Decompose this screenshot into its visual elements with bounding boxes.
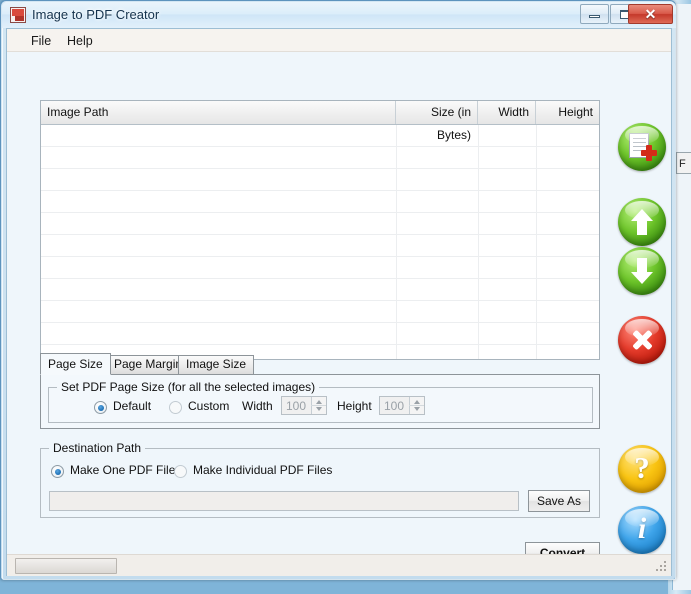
label-make-individual-pdfs: Make Individual PDF Files (193, 463, 333, 477)
minimize-icon (589, 15, 600, 18)
table-row[interactable] (41, 147, 599, 169)
column-header-height[interactable]: Height (536, 101, 599, 124)
close-button[interactable]: ✕ (628, 4, 673, 24)
spinner-up-icon[interactable] (414, 400, 420, 404)
arrow-up-icon (630, 208, 654, 236)
screen: F Image to PDF Creator ✕ File Help Image… (0, 0, 691, 594)
table-row[interactable] (41, 301, 599, 323)
height-spinner-buttons[interactable] (409, 397, 424, 414)
tab-image-size[interactable]: Image Size (178, 355, 255, 374)
table-row[interactable] (41, 125, 599, 147)
table-row[interactable] (41, 235, 599, 257)
info-button[interactable]: i (618, 506, 666, 554)
status-bar (7, 554, 671, 576)
question-mark-icon: ? (634, 450, 650, 485)
title-bar[interactable]: Image to PDF Creator ✕ (2, 2, 676, 28)
width-spinner-buttons[interactable] (311, 397, 326, 414)
table-row[interactable] (41, 323, 599, 345)
main-window: Image to PDF Creator ✕ File Help Image P… (0, 0, 676, 580)
table-row[interactable] (41, 191, 599, 213)
grid-rows (41, 125, 599, 359)
page-size-groupbox: Set PDF Page Size (for all the selected … (48, 380, 593, 423)
save-as-button[interactable]: Save As (528, 490, 590, 512)
table-row[interactable] (41, 257, 599, 279)
page-size-group-title: Set PDF Page Size (for all the selected … (57, 380, 320, 394)
width-value: 100 (286, 399, 307, 413)
destination-group-title: Destination Path (49, 441, 146, 455)
label-default: Default (113, 399, 152, 413)
tab-page-content: Set PDF Page Size (for all the selected … (40, 374, 600, 429)
body-area: Image Path Size (in Bytes) Width Height (7, 52, 671, 576)
status-panel (15, 558, 117, 574)
height-spinner[interactable]: 100 (379, 396, 425, 415)
add-images-button[interactable] (618, 123, 666, 171)
image-list-grid[interactable]: Image Path Size (in Bytes) Width Height (40, 100, 600, 360)
label-make-one-pdf: Make One PDF File (70, 463, 176, 477)
spinner-down-icon[interactable] (316, 407, 322, 411)
remove-image-button[interactable] (618, 316, 666, 364)
client-area: File Help Image Path Size (in Bytes) Wid… (6, 28, 672, 576)
width-spinner[interactable]: 100 (281, 396, 327, 415)
radio-make-individual-pdfs[interactable] (174, 465, 187, 478)
height-value: 100 (384, 399, 405, 413)
table-row[interactable] (41, 169, 599, 191)
column-header-width[interactable]: Width (478, 101, 536, 124)
radio-custom[interactable] (169, 401, 182, 414)
table-row[interactable] (41, 279, 599, 301)
label-width: Width (242, 399, 273, 413)
menu-item-help[interactable]: Help (60, 32, 100, 50)
background-window-tab[interactable]: F (676, 152, 691, 174)
tab-page-size[interactable]: Page Size (40, 353, 111, 375)
label-height: Height (337, 399, 372, 413)
table-row[interactable] (41, 213, 599, 235)
minimize-button[interactable] (580, 4, 609, 24)
spinner-down-icon[interactable] (414, 407, 420, 411)
radio-default[interactable] (94, 401, 107, 414)
destination-path-groupbox: Destination Path Make One PDF File Make … (40, 441, 600, 518)
resize-grip-icon[interactable] (656, 561, 668, 573)
spinner-up-icon[interactable] (316, 400, 322, 404)
window-title: Image to PDF Creator (32, 7, 160, 22)
column-header-image-path[interactable]: Image Path (41, 101, 396, 124)
arrow-down-icon (630, 257, 654, 285)
plus-icon (640, 144, 658, 162)
grid-header-row: Image Path Size (in Bytes) Width Height (41, 101, 599, 142)
menu-item-file[interactable]: File (24, 32, 58, 50)
destination-path-input[interactable] (49, 491, 519, 511)
close-icon: ✕ (644, 6, 657, 22)
info-icon: i (637, 512, 647, 545)
help-button[interactable]: ? (618, 445, 666, 493)
move-up-button[interactable] (618, 198, 666, 246)
move-down-button[interactable] (618, 247, 666, 295)
radio-make-one-pdf[interactable] (51, 465, 64, 478)
menu-bar: File Help (7, 29, 671, 52)
tab-strip: Page Size Page Margin Image Size (40, 353, 600, 375)
close-x-icon (629, 327, 655, 353)
column-header-size[interactable]: Size (in Bytes) (396, 101, 478, 142)
label-custom: Custom (188, 399, 230, 413)
settings-tab-control: Page Size Page Margin Image Size Set PDF… (40, 353, 600, 429)
app-icon (10, 7, 26, 23)
